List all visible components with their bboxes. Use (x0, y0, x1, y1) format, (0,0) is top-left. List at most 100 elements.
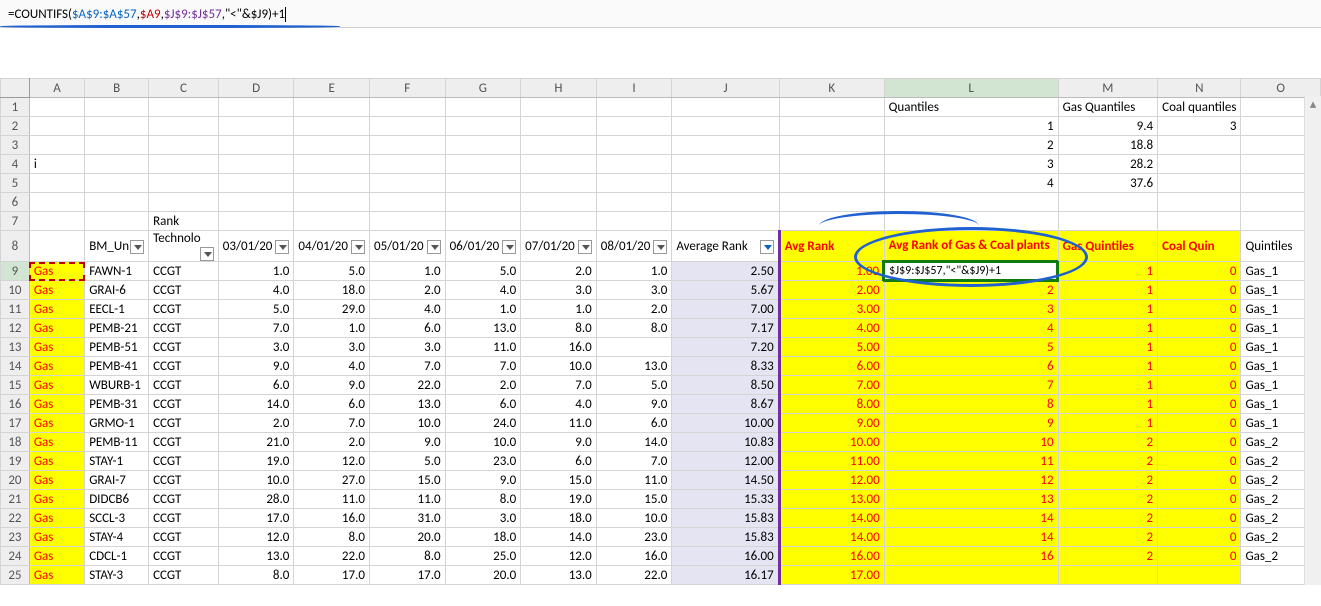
cell-B8[interactable]: BM_Un (85, 231, 149, 262)
cell-L2[interactable]: 1 (884, 117, 1058, 136)
cell-N17[interactable]: 0 (1158, 414, 1241, 433)
cell-K21[interactable]: 13.00 (779, 490, 884, 509)
row-header-23[interactable]: 23 (1, 528, 30, 547)
cell-J18[interactable]: 10.83 (672, 433, 779, 452)
cell-J22[interactable]: 15.83 (672, 509, 779, 528)
cell-J21[interactable]: 15.33 (672, 490, 779, 509)
cell-F8[interactable]: 05/01/20 (369, 231, 445, 262)
cell-A10[interactable]: Gas (29, 281, 84, 300)
cell-A2[interactable] (29, 117, 84, 136)
cell-N9[interactable]: 0 (1158, 262, 1241, 281)
cell-C15[interactable]: CCGT (149, 376, 219, 395)
cell-A17[interactable]: Gas (29, 414, 84, 433)
column-header-F[interactable]: F (369, 79, 445, 98)
cell-A4[interactable]: i (29, 155, 84, 174)
cell-I2[interactable] (596, 117, 672, 136)
cell-J1[interactable] (672, 98, 779, 117)
cell-G13[interactable]: 11.0 (445, 338, 521, 357)
cell-F14[interactable]: 7.0 (369, 357, 445, 376)
cell-L15[interactable]: 7 (884, 376, 1058, 395)
cell-C4[interactable] (149, 155, 219, 174)
cell-E14[interactable]: 4.0 (294, 357, 370, 376)
cell-N12[interactable]: 0 (1158, 319, 1241, 338)
cell-K24[interactable]: 16.00 (779, 547, 884, 566)
cell-G7[interactable] (445, 212, 521, 231)
cell-F24[interactable]: 8.0 (369, 547, 445, 566)
cell-E22[interactable]: 16.0 (294, 509, 370, 528)
cell-E8[interactable]: 04/01/20 (294, 231, 370, 262)
cell-H18[interactable]: 9.0 (521, 433, 597, 452)
cell-L17[interactable]: 9 (884, 414, 1058, 433)
cell-K22[interactable]: 14.00 (779, 509, 884, 528)
cell-D22[interactable]: 17.0 (218, 509, 294, 528)
cell-B10[interactable]: GRAI-6 (85, 281, 149, 300)
cell-D23[interactable]: 12.0 (218, 528, 294, 547)
cell-M14[interactable]: 1 (1058, 357, 1158, 376)
cell-E12[interactable]: 1.0 (294, 319, 370, 338)
cell-C22[interactable]: CCGT (149, 509, 219, 528)
cell-F18[interactable]: 9.0 (369, 433, 445, 452)
cell-D4[interactable] (218, 155, 294, 174)
cell-D20[interactable]: 10.0 (218, 471, 294, 490)
cell-F1[interactable] (369, 98, 445, 117)
cell-D11[interactable]: 5.0 (218, 300, 294, 319)
cell-N14[interactable]: 0 (1158, 357, 1241, 376)
cell-N7[interactable] (1158, 212, 1241, 231)
cell-K23[interactable]: 14.00 (779, 528, 884, 547)
cell-I5[interactable] (596, 174, 672, 193)
cell-G1[interactable] (445, 98, 521, 117)
cell-L9[interactable]: $J$9:$J$57,"<"&$J9)+1 (884, 262, 1058, 281)
cell-K25[interactable]: 17.00 (779, 566, 884, 585)
cell-F25[interactable]: 17.0 (369, 566, 445, 585)
cell-L1[interactable]: Quantiles (884, 98, 1058, 117)
cell-M7[interactable] (1058, 212, 1158, 231)
cell-G12[interactable]: 13.0 (445, 319, 521, 338)
cell-G4[interactable] (445, 155, 521, 174)
row-header-17[interactable]: 17 (1, 414, 30, 433)
row-header-16[interactable]: 16 (1, 395, 30, 414)
cell-I3[interactable] (596, 136, 672, 155)
cell-B1[interactable] (85, 98, 149, 117)
cell-G11[interactable]: 1.0 (445, 300, 521, 319)
cell-J4[interactable] (672, 155, 779, 174)
cell-A18[interactable]: Gas (29, 433, 84, 452)
spreadsheet-grid[interactable]: ABCDEFGHIJKLMNO 1QuantilesGas QuantilesC… (0, 78, 1321, 585)
cell-F2[interactable] (369, 117, 445, 136)
cell-E18[interactable]: 2.0 (294, 433, 370, 452)
filter-button-J[interactable] (760, 240, 774, 254)
cell-C13[interactable]: CCGT (149, 338, 219, 357)
filter-button-F[interactable] (427, 240, 441, 254)
cell-N1[interactable]: Coal quantiles (1158, 98, 1241, 117)
cell-H6[interactable] (521, 193, 597, 212)
cell-G25[interactable]: 20.0 (445, 566, 521, 585)
cell-M21[interactable]: 2 (1058, 490, 1158, 509)
cell-B13[interactable]: PEMB-51 (85, 338, 149, 357)
cell-D13[interactable]: 3.0 (218, 338, 294, 357)
cell-A1[interactable] (29, 98, 84, 117)
cell-L11[interactable]: 3 (884, 300, 1058, 319)
cell-B4[interactable] (85, 155, 149, 174)
row-header-5[interactable]: 5 (1, 174, 30, 193)
cell-E20[interactable]: 27.0 (294, 471, 370, 490)
cell-F19[interactable]: 5.0 (369, 452, 445, 471)
cell-G8[interactable]: 06/01/20 (445, 231, 521, 262)
cell-L8[interactable]: Avg Rank of Gas & Coal plants (884, 231, 1058, 262)
filter-button-G[interactable] (502, 240, 516, 254)
cell-D8[interactable]: 03/01/20 (218, 231, 294, 262)
cell-D12[interactable]: 7.0 (218, 319, 294, 338)
cell-B22[interactable]: SCCL-3 (85, 509, 149, 528)
cell-I11[interactable]: 2.0 (596, 300, 672, 319)
row-header-11[interactable]: 11 (1, 300, 30, 319)
cell-D6[interactable] (218, 193, 294, 212)
cell-D2[interactable] (218, 117, 294, 136)
cell-B23[interactable]: STAY-4 (85, 528, 149, 547)
cell-J2[interactable] (672, 117, 779, 136)
cell-I7[interactable] (596, 212, 672, 231)
cell-C7[interactable]: Rank (149, 212, 219, 231)
cell-L14[interactable]: 6 (884, 357, 1058, 376)
row-header-20[interactable]: 20 (1, 471, 30, 490)
column-header-H[interactable]: H (521, 79, 597, 98)
filter-button-E[interactable] (351, 240, 365, 254)
cell-A6[interactable] (29, 193, 84, 212)
cell-B19[interactable]: STAY-1 (85, 452, 149, 471)
